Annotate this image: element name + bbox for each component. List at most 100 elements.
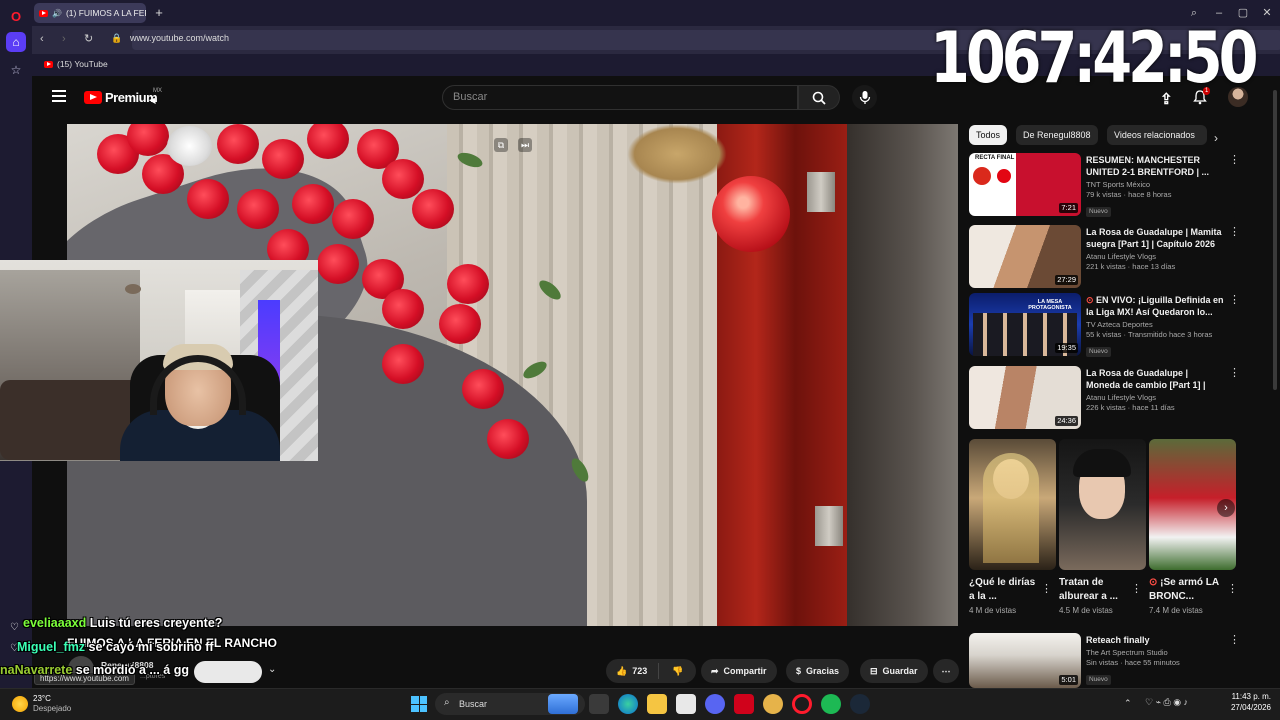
- steam-icon[interactable]: [850, 694, 870, 714]
- more-options-icon[interactable]: ⋮: [1229, 368, 1240, 379]
- more-options-icon[interactable]: ⋮: [1229, 295, 1240, 306]
- short-item[interactable]: ⊙ ¡Se armó LA BRONC... 7.4 M de vistas: [1149, 576, 1236, 615]
- more-options-icon[interactable]: ⋮: [1229, 155, 1240, 166]
- taskbar-time[interactable]: 11:43 p. m.: [1225, 692, 1271, 701]
- channel-name[interactable]: The Art Spectrum Studio: [1086, 648, 1224, 658]
- related-video-item[interactable]: 27:29 La Rosa de Guadalupe | Mamita sueg…: [969, 225, 1249, 289]
- guide-menu-icon[interactable]: [52, 90, 66, 102]
- speaker-icon[interactable]: 🔊: [52, 9, 62, 18]
- chip-related[interactable]: Videos relacionados: [1107, 125, 1207, 145]
- related-video-item[interactable]: LA MESA PROTAGONISTA 19:35 ⊙ EN VIVO: ¡L…: [969, 293, 1249, 357]
- video-thumbnail[interactable]: 24:36: [969, 366, 1081, 429]
- short-thumbnail[interactable]: ›: [1149, 439, 1236, 570]
- rose: [382, 159, 424, 199]
- save-button[interactable]: ⊟ Guardar: [860, 659, 928, 683]
- short-title[interactable]: ⊙ ¡Se armó LA BRONC...: [1149, 576, 1219, 604]
- forward-icon[interactable]: ›: [62, 33, 66, 45]
- video-thumbnail[interactable]: 27:29: [969, 225, 1081, 288]
- chip-todos[interactable]: Todos: [969, 125, 1008, 145]
- windows-start-icon[interactable]: [411, 696, 427, 712]
- related-video-item[interactable]: RECTA FINAL 7:21 RESUMEN: MANCHESTER UNI…: [969, 153, 1249, 217]
- video-thumbnail[interactable]: 5:01: [969, 633, 1081, 688]
- opera-icon[interactable]: [792, 694, 812, 714]
- chevron-down-icon[interactable]: ⌄: [268, 664, 276, 675]
- thanks-button[interactable]: $ Gracias: [786, 659, 850, 683]
- close-icon[interactable]: ✕: [1258, 4, 1276, 22]
- video-thumbnail[interactable]: LA MESA PROTAGONISTA 19:35: [969, 293, 1081, 356]
- discord-icon[interactable]: [705, 694, 725, 714]
- video-title[interactable]: ⊙ EN VIVO: ¡Liguilla Definida en la Liga…: [1086, 294, 1224, 318]
- save-label: Guardar: [882, 666, 918, 676]
- next-video-icon[interactable]: ⏭: [518, 138, 532, 152]
- join-button[interactable]: [194, 661, 262, 683]
- app-icon[interactable]: [763, 694, 783, 714]
- microphone-icon: [859, 91, 870, 104]
- home-icon[interactable]: ⌂: [6, 32, 26, 52]
- chevron-up-icon[interactable]: ⌃: [1124, 698, 1132, 709]
- channel-name[interactable]: Atanu Lifestyle Vlogs: [1086, 252, 1224, 262]
- tab-youtube-active[interactable]: 🔊 (1) FUIMOS A LA FERI: [34, 3, 146, 23]
- more-options-icon[interactable]: ⋮: [1229, 227, 1240, 238]
- url-text[interactable]: www.youtube.com/watch: [130, 33, 229, 43]
- door-hinge: [807, 172, 835, 212]
- more-actions-button[interactable]: ⋯: [933, 659, 959, 683]
- video-thumbnail[interactable]: RECTA FINAL 7:21: [969, 153, 1081, 216]
- ceiling-lamp: [125, 284, 141, 294]
- like-button[interactable]: 👍 723: [606, 666, 647, 677]
- back-icon[interactable]: ‹: [40, 33, 44, 45]
- opera-logo-icon[interactable]: O: [6, 6, 26, 26]
- account-avatar[interactable]: [1228, 87, 1248, 107]
- new-tab-plus-icon[interactable]: +: [152, 6, 166, 20]
- channel-name[interactable]: TV Azteca Deportes: [1086, 320, 1224, 330]
- file-explorer-icon[interactable]: [647, 694, 667, 714]
- video-title[interactable]: Reteach finally: [1086, 634, 1224, 646]
- related-video-item[interactable]: 24:36 La Rosa de Guadalupe | Moneda de c…: [969, 366, 1249, 430]
- video-title[interactable]: RESUMEN: MANCHESTER UNITED 2-1 BRENTFORD…: [1086, 154, 1224, 178]
- weather-desc[interactable]: Despejado: [33, 704, 71, 713]
- video-title[interactable]: La Rosa de Guadalupe | Moneda de cambio …: [1086, 367, 1224, 391]
- search-input[interactable]: Buscar: [442, 85, 798, 110]
- short-thumbnail[interactable]: [969, 439, 1056, 570]
- search-highlight-icon[interactable]: [548, 694, 578, 714]
- bookmark-youtube[interactable]: (15) YouTube: [44, 59, 108, 69]
- dislike-button[interactable]: 👎: [664, 666, 691, 677]
- chip-channel[interactable]: De Renegul8808: [1016, 125, 1098, 145]
- video-title[interactable]: La Rosa de Guadalupe | Mamita suegra [Pa…: [1086, 226, 1224, 250]
- more-options-icon[interactable]: ⋮: [1227, 582, 1238, 595]
- chevron-right-icon[interactable]: ›: [1217, 499, 1235, 517]
- bookmark-star-icon[interactable]: ☆: [6, 60, 26, 80]
- youtube-premium-logo[interactable]: Premium MX: [84, 88, 162, 105]
- channel-name[interactable]: TNT Sports México: [1086, 180, 1224, 190]
- apple: [712, 176, 790, 252]
- super-thanks-icon: $: [796, 666, 802, 676]
- share-button[interactable]: ➦ Compartir: [701, 659, 777, 683]
- voice-search-button[interactable]: [852, 85, 877, 110]
- channel-name[interactable]: Atanu Lifestyle Vlogs: [1086, 393, 1224, 403]
- app-icon[interactable]: [734, 694, 754, 714]
- spotify-icon[interactable]: [821, 694, 841, 714]
- scrollbar-thumb[interactable]: [1273, 90, 1277, 390]
- upload-icon[interactable]: ⇪: [1160, 90, 1173, 108]
- search-button[interactable]: [798, 85, 840, 110]
- weather-moon-icon[interactable]: [12, 696, 28, 712]
- more-options-icon[interactable]: ⋮: [1131, 582, 1142, 595]
- tray-icons[interactable]: ♡ ⌁ ⎙ ◉ ♪: [1145, 697, 1188, 708]
- lock-icon[interactable]: 🔒: [111, 33, 122, 44]
- taskbar-date[interactable]: 27/04/2026: [1225, 703, 1271, 712]
- miniplayer-icon[interactable]: ⧉: [494, 138, 508, 152]
- store-icon[interactable]: [676, 694, 696, 714]
- video-duration: 7:21: [1059, 203, 1078, 213]
- short-thumbnail[interactable]: [1059, 439, 1146, 570]
- more-options-icon[interactable]: ⋮: [1229, 635, 1240, 646]
- task-view-icon[interactable]: [589, 694, 609, 714]
- short-title[interactable]: ¿Qué le dirías a la ...: [969, 576, 1039, 604]
- related-video-item[interactable]: 5:01 Reteach finally The Art Spectrum St…: [969, 633, 1249, 688]
- reload-icon[interactable]: ↻: [84, 32, 93, 45]
- edge-icon[interactable]: [618, 694, 638, 714]
- more-options-icon[interactable]: ⋮: [1041, 582, 1052, 595]
- short-title[interactable]: Tratan de alburear a ...: [1059, 576, 1129, 604]
- chevron-right-icon[interactable]: ›: [1214, 131, 1218, 145]
- video-title-text: EN VIVO: ¡Liguilla Definida en la Liga M…: [1086, 295, 1224, 317]
- weather-temp[interactable]: 23°C: [33, 694, 51, 703]
- scrollbar[interactable]: [1272, 80, 1278, 680]
